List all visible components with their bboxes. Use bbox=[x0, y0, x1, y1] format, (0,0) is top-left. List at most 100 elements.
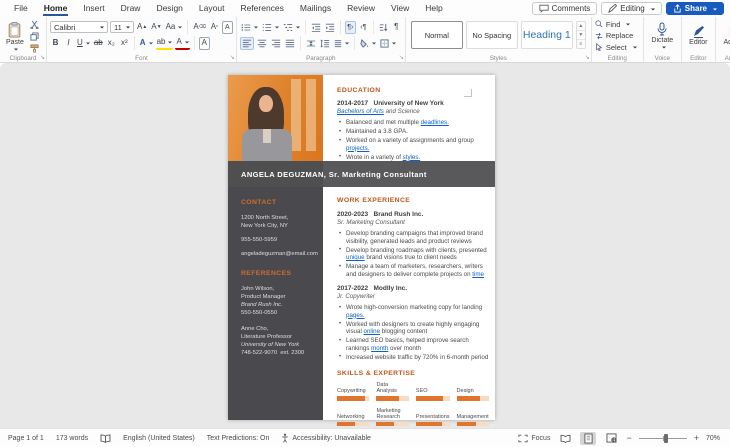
multilevel-list-button[interactable] bbox=[282, 21, 301, 34]
document-hyperlink[interactable]: styles. bbox=[403, 154, 421, 161]
document-hyperlink[interactable]: projects. bbox=[346, 145, 369, 152]
tab-view[interactable]: View bbox=[383, 1, 417, 16]
zoom-slider-thumb[interactable] bbox=[664, 434, 668, 443]
addins-button[interactable]: Add-ins bbox=[719, 19, 730, 52]
find-button[interactable]: Find bbox=[595, 19, 640, 29]
change-case-button[interactable]: Aa bbox=[165, 21, 184, 34]
subscript-button[interactable]: x₂ bbox=[106, 37, 117, 50]
accessibility-status[interactable]: Accessibility: Unavailable bbox=[281, 433, 371, 443]
tab-references[interactable]: References bbox=[232, 1, 291, 16]
tab-file[interactable]: File bbox=[6, 1, 36, 16]
clear-formatting-button[interactable]: A⌫ bbox=[192, 21, 206, 34]
style-heading-1[interactable]: Heading 1 bbox=[521, 21, 573, 49]
dictate-button[interactable]: Dictate bbox=[647, 19, 678, 52]
show-hide-pilcrow-button[interactable]: ¶ bbox=[391, 21, 402, 34]
style-no-spacing[interactable]: No Spacing bbox=[466, 21, 518, 49]
document-text: over month bbox=[388, 345, 421, 352]
language-indicator[interactable]: English (United States) bbox=[123, 435, 195, 442]
word-count[interactable]: 173 words bbox=[56, 435, 88, 442]
strikethrough-button[interactable]: ab bbox=[93, 37, 104, 50]
skill-name: Marketing Research bbox=[376, 408, 408, 420]
zoom-slider[interactable] bbox=[639, 438, 687, 439]
editor-button[interactable]: Editor bbox=[685, 19, 712, 52]
page-indicator[interactable]: Page 1 of 1 bbox=[8, 435, 44, 442]
select-cursor-icon bbox=[595, 43, 603, 51]
text-predictions-indicator[interactable]: Text Predictions: On bbox=[207, 435, 270, 442]
tab-help[interactable]: Help bbox=[417, 1, 450, 16]
resume-page[interactable]: EDUCATION 2014-2017 University of New Yo… bbox=[228, 75, 495, 420]
education-bullets: Balanced and met multiple deadlines.Main… bbox=[337, 119, 487, 161]
align-left-button[interactable] bbox=[240, 37, 254, 50]
underline-button[interactable]: U bbox=[76, 37, 91, 50]
grow-font-button[interactable]: A▲ bbox=[136, 21, 148, 34]
web-layout-button[interactable] bbox=[603, 432, 619, 445]
tab-draw[interactable]: Draw bbox=[113, 1, 149, 16]
bullet-list-button[interactable] bbox=[240, 21, 259, 34]
tab-layout[interactable]: Layout bbox=[191, 1, 233, 16]
read-mode-button[interactable] bbox=[557, 432, 573, 445]
paragraph-dialog-launcher[interactable]: ↘ bbox=[399, 55, 404, 61]
font-name-combo[interactable]: Calibri bbox=[50, 21, 108, 33]
document-hyperlink[interactable]: deadlines. bbox=[421, 119, 449, 126]
document-hyperlink[interactable]: month bbox=[371, 345, 388, 352]
proofing-status[interactable] bbox=[100, 434, 111, 443]
text-effects-button[interactable]: A bbox=[139, 37, 154, 50]
document-canvas[interactable]: EDUCATION 2014-2017 University of New Yo… bbox=[0, 63, 730, 428]
tab-mailings[interactable]: Mailings bbox=[292, 1, 339, 16]
font-color-button[interactable]: A bbox=[175, 37, 189, 50]
zoom-in-button[interactable]: + bbox=[694, 433, 699, 443]
zoom-level[interactable]: 70% bbox=[706, 435, 720, 442]
voice-group: Dictate Voice bbox=[643, 17, 681, 62]
text-highlight-button[interactable]: ab bbox=[156, 37, 174, 50]
sort-button[interactable] bbox=[378, 21, 389, 34]
tab-review[interactable]: Review bbox=[339, 1, 383, 16]
enclose-characters-button[interactable]: A bbox=[222, 21, 233, 34]
editing-mode-button[interactable]: Editing bbox=[601, 2, 661, 15]
style-normal[interactable]: Normal bbox=[411, 21, 463, 49]
line-paragraph-spacing-button[interactable] bbox=[333, 37, 350, 50]
italic-button[interactable]: I bbox=[63, 37, 74, 50]
job-role: Jr. Copywriter bbox=[337, 293, 489, 300]
share-button[interactable]: Share bbox=[666, 2, 724, 15]
format-painter-button[interactable] bbox=[29, 43, 40, 53]
ltr-text-direction-button[interactable]: ¶› bbox=[345, 21, 356, 34]
distribute-button[interactable] bbox=[305, 37, 317, 50]
focus-mode-button[interactable]: Focus bbox=[518, 434, 550, 443]
document-hyperlink[interactable]: online bbox=[364, 328, 381, 335]
borders-button[interactable] bbox=[379, 37, 397, 50]
line-spacing-button[interactable] bbox=[319, 37, 331, 50]
bold-button[interactable]: B bbox=[50, 37, 61, 50]
rtl-text-direction-button[interactable]: ‹¶ bbox=[358, 21, 369, 34]
tab-insert[interactable]: Insert bbox=[75, 1, 112, 16]
document-hyperlink[interactable]: time bbox=[472, 271, 484, 278]
font-dialog-launcher[interactable]: ↘ bbox=[230, 55, 235, 61]
decrease-indent-button[interactable] bbox=[310, 21, 322, 34]
superscript-button[interactable]: x² bbox=[119, 37, 130, 50]
tab-design[interactable]: Design bbox=[148, 1, 190, 16]
character-shading-button[interactable]: A bbox=[199, 37, 210, 50]
select-button[interactable]: Select bbox=[595, 42, 640, 52]
align-right-button[interactable] bbox=[270, 37, 282, 50]
shading-button[interactable] bbox=[359, 37, 377, 50]
align-center-button[interactable] bbox=[256, 37, 268, 50]
comments-button[interactable]: Comments bbox=[532, 2, 598, 15]
phonetic-guide-button[interactable]: Aˢ bbox=[209, 21, 220, 34]
increase-indent-button[interactable] bbox=[324, 21, 336, 34]
styles-gallery-scroll[interactable]: ▲▼≡ bbox=[576, 21, 586, 49]
document-hyperlink[interactable]: pages. bbox=[346, 312, 365, 319]
number-list-button[interactable] bbox=[261, 21, 280, 34]
replace-button[interactable]: Replace bbox=[595, 31, 640, 41]
paste-button[interactable]: Paste bbox=[3, 19, 27, 53]
shrink-font-button[interactable]: A▼ bbox=[150, 21, 162, 34]
zoom-out-button[interactable]: − bbox=[626, 433, 631, 443]
document-hyperlink[interactable]: Bachelors of Arts bbox=[337, 108, 384, 115]
styles-dialog-launcher[interactable]: ↘ bbox=[585, 55, 590, 61]
tab-home[interactable]: Home bbox=[36, 1, 76, 16]
font-size-combo[interactable]: 11 bbox=[110, 21, 134, 33]
cut-button[interactable] bbox=[29, 19, 40, 29]
clipboard-dialog-launcher[interactable]: ↘ bbox=[40, 55, 45, 61]
copy-button[interactable] bbox=[29, 31, 40, 41]
document-hyperlink[interactable]: unique bbox=[346, 254, 365, 261]
print-layout-button[interactable] bbox=[580, 432, 596, 445]
justify-button[interactable] bbox=[284, 37, 296, 50]
